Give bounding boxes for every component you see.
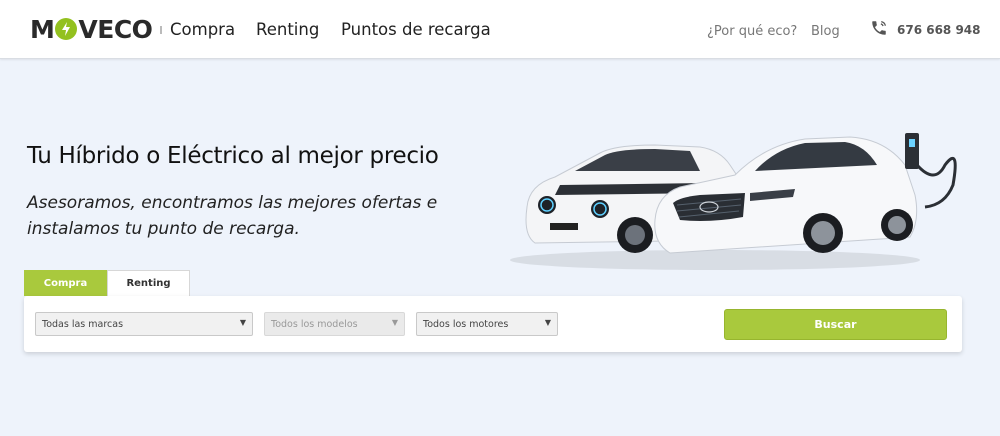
nav-compra[interactable]: Compra	[170, 20, 235, 39]
hero-subtitle-line1: Asesoramos, encontramos las mejores ofer…	[27, 193, 438, 213]
chevron-down-icon: ▼	[239, 318, 246, 327]
nav-puntos-de-recarga[interactable]: Puntos de recarga	[341, 20, 491, 39]
hero-subtitle: Asesoramos, encontramos las mejores ofer…	[27, 190, 467, 242]
model-select[interactable]: Todos los modelos ▼	[264, 312, 405, 336]
hero-cars-image	[505, 125, 975, 275]
moveco-logo[interactable]: M VECO	[30, 14, 153, 44]
nav-por-que-eco[interactable]: ¿Por qué eco?	[707, 24, 797, 39]
model-select-value: Todos los modelos	[271, 318, 358, 330]
tab-compra[interactable]: Compra	[24, 270, 107, 296]
phone-number: 676 668 948	[897, 23, 981, 37]
nav-renting[interactable]: Renting	[256, 20, 319, 39]
search-tabs: Compra Renting	[24, 270, 190, 296]
logo-text-right: VECO	[78, 14, 153, 44]
search-panel: Todas las marcas ▼ Todos los modelos ▼ T…	[24, 296, 962, 352]
engine-select-value: Todos los motores	[423, 318, 509, 330]
hero-subtitle-line2: instalamos tu punto de recarga.	[27, 219, 300, 239]
hero-title: Tu Híbrido o Eléctrico al mejor precio	[27, 143, 439, 169]
phone-icon	[870, 19, 888, 41]
search-button[interactable]: Buscar	[724, 309, 947, 340]
chevron-down-icon: ▼	[544, 318, 551, 327]
brand-select[interactable]: Todas las marcas ▼	[35, 312, 253, 336]
logo-text-left: M	[30, 14, 55, 44]
tab-renting[interactable]: Renting	[107, 270, 190, 296]
logo-separator	[160, 26, 162, 34]
engine-select[interactable]: Todos los motores ▼	[416, 312, 558, 336]
site-header: M VECO Compra Renting Puntos de recarga …	[0, 0, 1000, 59]
chevron-down-icon: ▼	[391, 318, 398, 327]
nav-blog[interactable]: Blog	[811, 24, 840, 39]
phone-contact[interactable]: 676 668 948	[870, 19, 981, 41]
leaf-bolt-icon	[55, 18, 78, 40]
brand-select-value: Todas las marcas	[42, 318, 124, 330]
